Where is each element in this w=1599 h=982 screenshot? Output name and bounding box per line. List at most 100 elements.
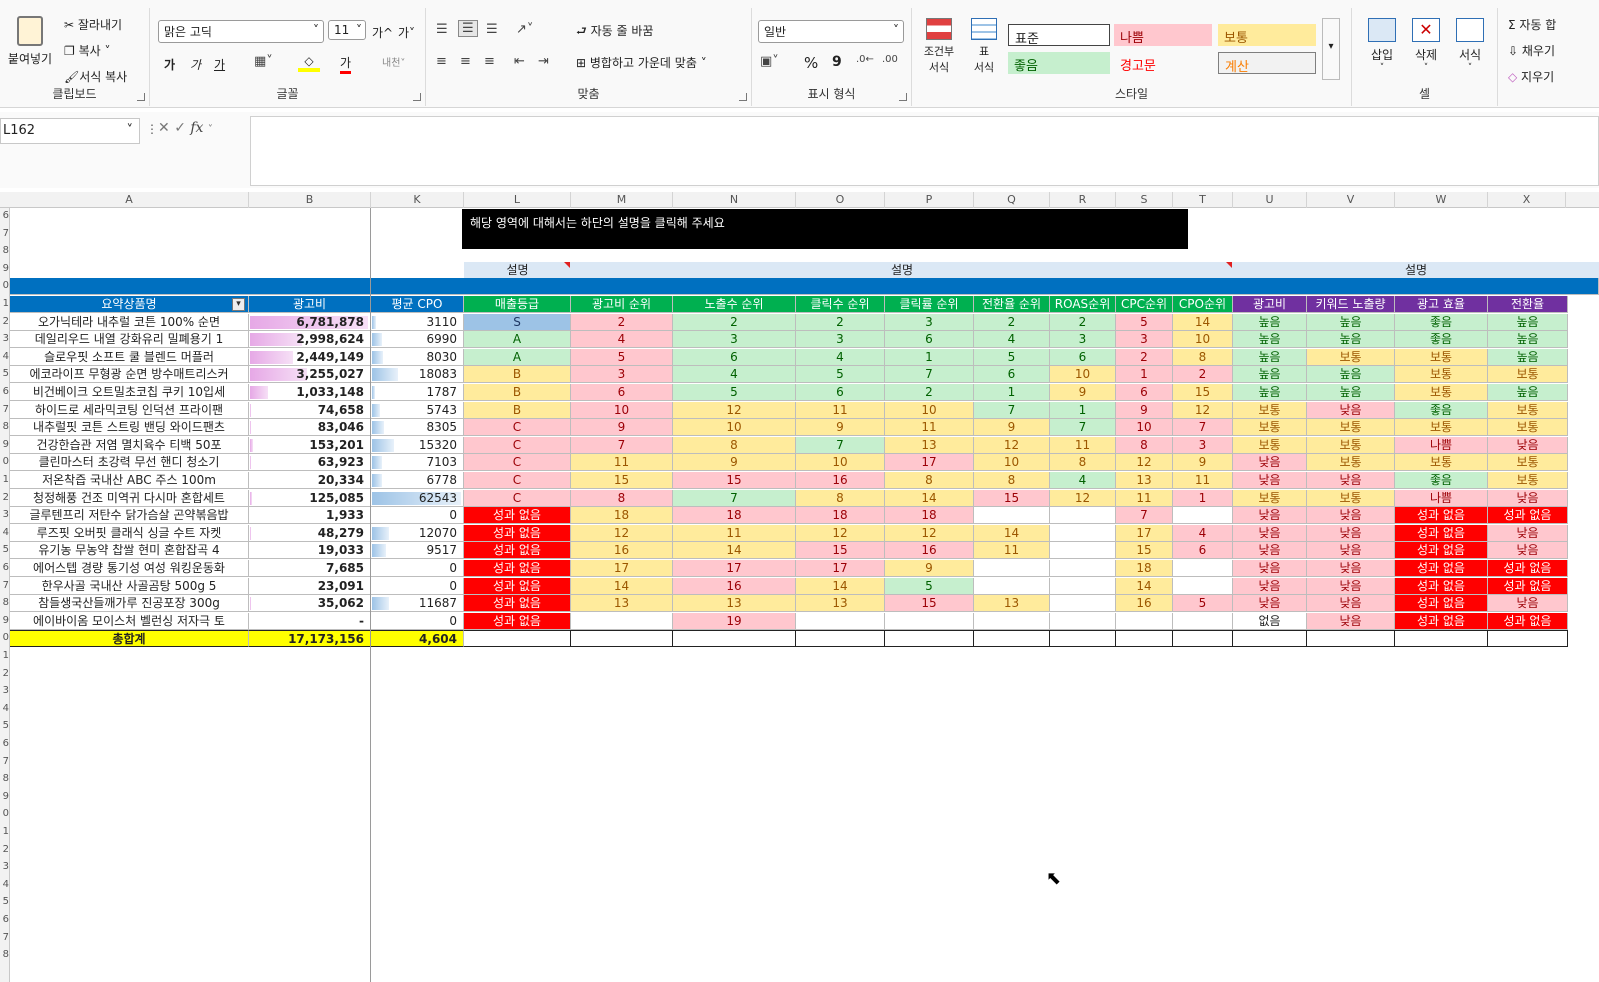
conditional-format-button[interactable]: 조건부 서식 xyxy=(918,18,960,75)
filter-dropdown-icon[interactable]: ▾ xyxy=(232,298,245,311)
rank-cell[interactable]: 16 xyxy=(673,577,796,595)
rank-cell[interactable] xyxy=(974,577,1050,595)
border-icon[interactable]: ▦˅ xyxy=(254,54,273,69)
rank-cell[interactable]: 6 xyxy=(1050,348,1116,366)
rank-cell[interactable]: 2 xyxy=(1050,313,1116,331)
rank-cell[interactable] xyxy=(974,507,1050,525)
rank-cell[interactable] xyxy=(974,560,1050,577)
ad-cost-cell[interactable]: 63,923 xyxy=(249,454,371,472)
product-name-cell[interactable]: 유기농 무농약 찹쌀 현미 혼합잡곡 4 xyxy=(10,542,249,560)
rank-cell[interactable]: 3 xyxy=(1116,331,1173,349)
row-number[interactable]: 8 xyxy=(0,421,9,432)
rank-cell[interactable]: 11 xyxy=(885,419,974,437)
evaluation-cell[interactable]: 성과 없음 xyxy=(1395,524,1488,542)
sales-grade-cell[interactable]: C xyxy=(464,489,571,507)
rank-cell[interactable]: 8 xyxy=(974,472,1050,489)
align-center-icon[interactable]: ≡ xyxy=(460,54,471,69)
row-number[interactable]: 7 xyxy=(0,932,9,943)
rank-cell[interactable]: 6 xyxy=(1116,384,1173,401)
rank-cell[interactable]: 11 xyxy=(796,401,885,419)
evaluation-cell[interactable]: 낮음 xyxy=(1233,454,1307,472)
rank-cell[interactable]: 10 xyxy=(673,419,796,437)
column-header-b[interactable]: B xyxy=(249,192,371,208)
font-size-dropdown[interactable]: 11 ˅ xyxy=(328,20,366,40)
name-box[interactable]: L162 ˅ xyxy=(0,118,140,144)
spreadsheet-grid[interactable]: ABKLMNOPQRSTUVWX 67890123456789012345678… xyxy=(0,192,1599,982)
evaluation-cell[interactable]: 낮음 xyxy=(1233,524,1307,542)
sales-grade-cell[interactable]: 성과 없음 xyxy=(464,595,571,613)
ad-cost-cell[interactable]: 23,091 xyxy=(249,577,371,595)
column-header-l[interactable]: L xyxy=(464,192,571,208)
evaluation-cell[interactable]: 낮음 xyxy=(1488,489,1568,507)
rank-cell[interactable] xyxy=(1050,542,1116,560)
rank-cell[interactable]: 2 xyxy=(974,313,1050,331)
align-left-icon[interactable]: ≡ xyxy=(436,54,447,69)
product-name-cell[interactable]: 에어스텝 경량 통기성 여성 워킹운동화 xyxy=(10,560,249,577)
ad-cost-cell[interactable]: 1,933 xyxy=(249,507,371,525)
rank-cell[interactable]: 7 xyxy=(885,366,974,384)
rank-cell[interactable]: 14 xyxy=(974,524,1050,542)
evaluation-cell[interactable]: 성과 없음 xyxy=(1395,560,1488,577)
evaluation-cell[interactable]: 보통 xyxy=(1307,489,1395,507)
row-number[interactable]: 8 xyxy=(0,245,9,256)
rank-cell[interactable]: 17 xyxy=(1116,524,1173,542)
evaluation-cell[interactable]: 보통 xyxy=(1233,436,1307,454)
row-number[interactable]: 9 xyxy=(0,263,9,274)
rank-cell[interactable]: 3 xyxy=(673,331,796,349)
avg-cpo-cell[interactable]: 12070 xyxy=(371,524,464,542)
delete-button[interactable]: ✕ 삭제 ˅ xyxy=(1408,18,1444,73)
evaluation-cell[interactable]: 보통 xyxy=(1307,454,1395,472)
evaluation-cell[interactable]: 좋음 xyxy=(1395,313,1488,331)
rank-cell[interactable]: 2 xyxy=(1173,366,1233,384)
ad-cost-cell[interactable]: 35,062 xyxy=(249,595,371,613)
rank-cell[interactable]: 4 xyxy=(673,366,796,384)
column-header-r[interactable]: R xyxy=(1050,192,1116,208)
rank-cell[interactable]: 13 xyxy=(1116,472,1173,489)
grow-font-button[interactable]: 가^ xyxy=(372,24,393,41)
row-number[interactable]: 8 xyxy=(0,949,9,960)
ad-cost-cell[interactable]: 74,658 xyxy=(249,401,371,419)
ad-cost-cell[interactable]: 2,998,624 xyxy=(249,331,371,349)
avg-cpo-cell[interactable]: 0 xyxy=(371,612,464,630)
row-number[interactable]: 8 xyxy=(0,597,9,608)
row-number[interactable]: 9 xyxy=(0,439,9,450)
rank-cell[interactable]: 4 xyxy=(974,331,1050,349)
sales-grade-cell[interactable]: 성과 없음 xyxy=(464,560,571,577)
rank-cell[interactable]: 5 xyxy=(796,366,885,384)
rank-cell[interactable]: 14 xyxy=(1116,577,1173,595)
row-number[interactable]: 1 xyxy=(0,474,9,485)
evaluation-cell[interactable]: 낮음 xyxy=(1488,436,1568,454)
row-number[interactable]: 5 xyxy=(0,368,9,379)
row-number[interactable]: 4 xyxy=(0,527,9,538)
sales-grade-cell[interactable]: B xyxy=(464,401,571,419)
autosum-button[interactable]: Σ 자동 합 xyxy=(1508,16,1556,33)
rank-cell[interactable]: 4 xyxy=(1050,472,1116,489)
rank-cell[interactable]: 7 xyxy=(571,436,673,454)
rank-cell[interactable] xyxy=(1050,507,1116,525)
sales-grade-cell[interactable]: A xyxy=(464,331,571,349)
rank-cell[interactable]: 5 xyxy=(673,384,796,401)
rank-cell[interactable]: 1 xyxy=(1173,489,1233,507)
row-number[interactable]: 3 xyxy=(0,333,9,344)
rank-cell[interactable]: 15 xyxy=(1173,384,1233,401)
underline-button[interactable]: 가 xyxy=(214,56,225,73)
italic-button[interactable]: 가 xyxy=(190,56,201,73)
style-calc[interactable]: 계산 xyxy=(1218,52,1316,75)
rank-cell[interactable]: 18 xyxy=(885,507,974,525)
avg-cpo-cell[interactable]: 1787 xyxy=(371,384,464,401)
row-number[interactable]: 7 xyxy=(0,756,9,767)
rank-cell[interactable] xyxy=(974,612,1050,630)
avg-cpo-cell[interactable]: 0 xyxy=(371,577,464,595)
rank-cell[interactable]: 15 xyxy=(571,472,673,489)
row-number[interactable]: 5 xyxy=(0,720,9,731)
column-header-p[interactable]: P xyxy=(885,192,974,208)
rank-cell[interactable]: 9 xyxy=(1173,454,1233,472)
evaluation-cell[interactable]: 높음 xyxy=(1233,384,1307,401)
rank-cell[interactable]: 11 xyxy=(1116,489,1173,507)
row-number[interactable]: 4 xyxy=(0,879,9,890)
evaluation-cell[interactable]: 낮음 xyxy=(1233,472,1307,489)
rank-cell[interactable] xyxy=(1173,507,1233,525)
evaluation-cell[interactable]: 성과 없음 xyxy=(1395,507,1488,525)
avg-cpo-cell[interactable]: 9517 xyxy=(371,542,464,560)
rank-cell[interactable]: 5 xyxy=(974,348,1050,366)
